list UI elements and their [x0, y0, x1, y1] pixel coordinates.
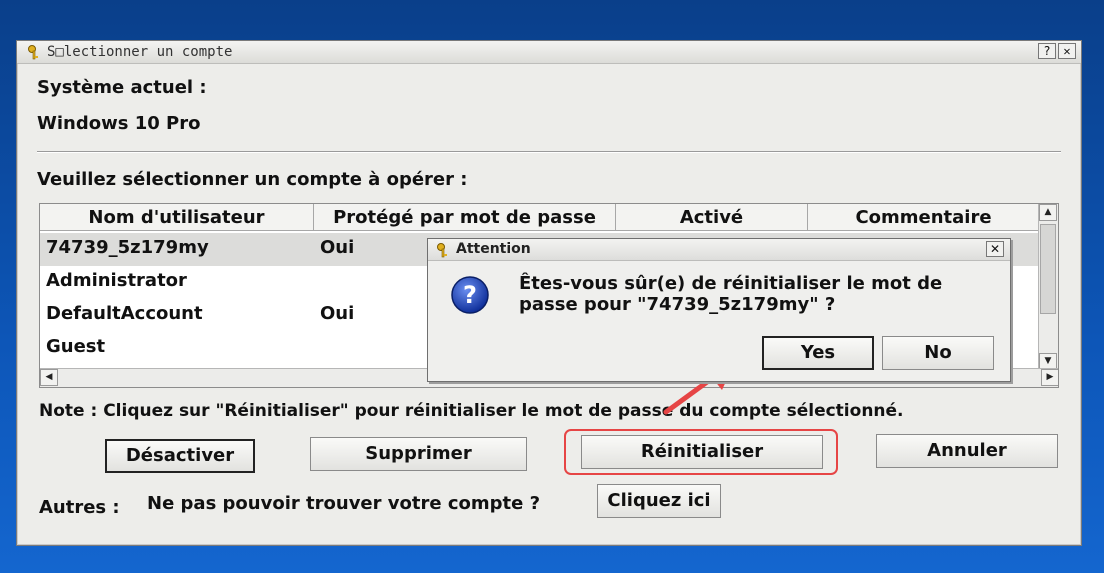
click-here-button[interactable]: Cliquez ici	[597, 484, 721, 518]
username-cell: 74739_5z179my	[46, 237, 209, 258]
protected-cell: Oui	[320, 237, 355, 258]
delete-button[interactable]: Supprimer	[310, 437, 527, 471]
close-icon[interactable]: ✕	[1058, 43, 1076, 59]
scroll-left-icon[interactable]: ◀	[40, 369, 58, 386]
select-prompt: Veuillez sélectionner un compte à opérer…	[37, 169, 468, 190]
dialog-titlebar[interactable]: Attention ✕	[428, 239, 1010, 261]
window-title: S□lectionner un compte	[47, 44, 233, 60]
svg-text:?: ?	[463, 281, 477, 309]
system-label: Système actuel :	[37, 77, 207, 98]
annotation-highlight-box	[564, 429, 838, 475]
note-text: Note : Cliquez sur "Réinitialiser" pour …	[39, 401, 904, 421]
scroll-right-icon[interactable]: ▶	[1041, 369, 1058, 386]
dialog-message-line1: Êtes-vous sûr(e) de réinitialiser le mot…	[519, 273, 943, 294]
username-cell: Administrator	[46, 270, 187, 291]
col-comment[interactable]: Commentaire	[808, 204, 1040, 231]
no-button[interactable]: No	[882, 336, 994, 370]
username-cell: Guest	[46, 336, 106, 357]
key-app-icon	[28, 45, 38, 60]
username-cell: DefaultAccount	[46, 303, 203, 324]
col-active[interactable]: Activé	[616, 204, 808, 231]
deactivate-button[interactable]: Désactiver	[105, 439, 255, 473]
cancel-button[interactable]: Annuler	[876, 434, 1058, 468]
divider	[37, 151, 1061, 153]
system-value: Windows 10 Pro	[37, 113, 201, 134]
scroll-thumb[interactable]	[1040, 224, 1056, 314]
protected-cell: Oui	[320, 303, 355, 324]
others-text: Ne pas pouvoir trouver votre compte ?	[147, 493, 541, 514]
yes-button[interactable]: Yes	[762, 336, 874, 370]
vertical-scrollbar[interactable]: ▲ ▼	[1038, 204, 1058, 370]
question-icon: ?	[451, 276, 489, 314]
scroll-up-icon[interactable]: ▲	[1039, 204, 1057, 221]
help-button[interactable]: ?	[1038, 43, 1056, 59]
col-password-protected[interactable]: Protégé par mot de passe	[314, 204, 616, 231]
key-app-icon	[437, 243, 447, 258]
dialog-message-line2: passe pour "74739_5z179my" ?	[519, 294, 836, 315]
dialog-title: Attention	[456, 241, 531, 257]
col-username[interactable]: Nom d'utilisateur	[40, 204, 314, 231]
table-header: Nom d'utilisateur Protégé par mot de pas…	[40, 204, 1040, 232]
close-icon[interactable]: ✕	[986, 241, 1004, 257]
window-titlebar[interactable]: S□lectionner un compte ? ✕	[17, 41, 1081, 64]
others-label: Autres :	[39, 497, 120, 518]
confirm-dialog: Attention ✕ ? Êtes-vous sûr(e) de réinit…	[427, 238, 1011, 382]
